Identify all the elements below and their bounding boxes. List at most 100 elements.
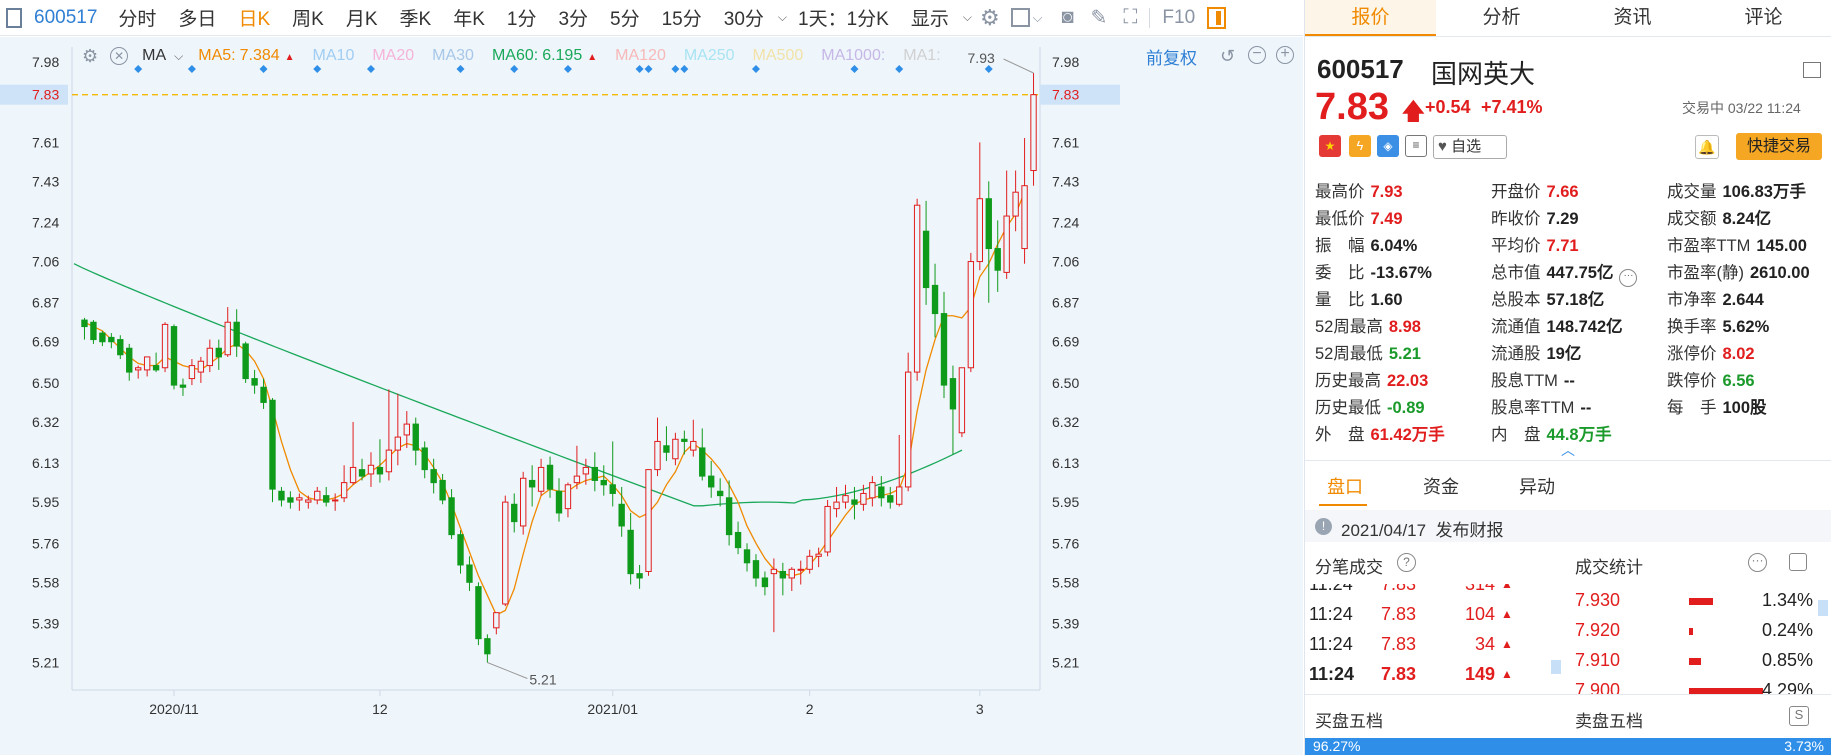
settings-icon[interactable]: ⚙ [980,5,1000,31]
candle-body[interactable] [260,386,267,403]
candle-body[interactable] [922,230,930,289]
candle-body[interactable] [725,497,733,536]
candle-body[interactable] [161,323,169,369]
panel-tab-3[interactable]: 评论 [1698,0,1829,36]
candle-body[interactable] [985,198,992,250]
candle-body[interactable] [636,573,643,579]
lightning-icon[interactable]: ϟ [1349,135,1371,157]
candle-body[interactable] [484,638,491,655]
candle-body[interactable] [752,560,760,579]
zoom-out-icon[interactable]: − [1248,46,1266,64]
candle-body[interactable] [135,367,142,371]
candle-body[interactable] [233,321,240,347]
candle-body[interactable] [1021,185,1028,250]
scroll-thumb-right[interactable] [1818,600,1828,616]
candle-body[interactable] [385,449,393,473]
candle-body[interactable] [994,248,1001,271]
ma-item-0[interactable]: MA5: 7.384 ▲ [189,47,303,65]
candle-body[interactable] [734,531,742,549]
sub-tab-1[interactable]: 资金 [1423,473,1459,499]
candle-body[interactable] [170,326,178,386]
candle-body[interactable] [976,198,983,263]
candle-body[interactable] [502,501,509,605]
sub-tab-0[interactable]: 盘口 [1327,473,1363,499]
candle-body[interactable] [582,466,590,475]
candle-body[interactable] [117,339,124,356]
candle-body[interactable] [878,486,885,499]
period-tab-4[interactable]: 月K [335,4,389,31]
candle-body[interactable] [81,319,88,328]
candle-body[interactable] [815,553,822,557]
candle-body[interactable] [645,469,652,572]
candle-body[interactable] [269,399,276,490]
candle-body[interactable] [179,384,187,388]
chevron-down-icon[interactable]: ⌵ [174,49,183,64]
candle-body[interactable] [305,499,312,503]
candle-body[interactable] [1012,191,1019,217]
candle-body[interactable] [394,436,402,451]
candle-body[interactable] [770,568,778,575]
candle-body[interactable] [940,313,948,386]
scroll-thumb[interactable] [1551,660,1561,674]
candle-body[interactable] [1030,94,1037,172]
period-tab-5[interactable]: 季K [389,4,443,31]
candle-body[interactable] [358,469,366,477]
candle-body[interactable] [90,321,97,341]
candle-body[interactable] [842,495,849,503]
period-tab-8[interactable]: 3分 [547,4,599,31]
candle-body[interactable] [323,495,330,503]
square-icon[interactable] [1010,8,1030,27]
candle-body[interactable] [851,499,858,505]
candle-body[interactable] [708,475,715,488]
period-tab-9[interactable]: 5分 [599,4,651,31]
candle-body[interactable] [573,475,581,484]
detail-icon[interactable] [1789,553,1807,571]
ma-select[interactable]: MA [142,47,166,65]
candle-body[interactable] [824,505,831,553]
candle-body[interactable] [967,261,975,369]
panel-tab-1[interactable]: 分析 [1436,0,1567,36]
ma-item-9[interactable]: MA1: [894,47,949,65]
period-tab-3[interactable]: 周K [281,4,335,31]
more-icon[interactable]: ··· [1748,553,1767,572]
ma-item-4[interactable]: MA60: 6.195 ▲ [483,47,606,65]
layout-icon[interactable] [1803,62,1821,78]
pen-icon[interactable]: ✎ [1091,5,1108,30]
candle-body[interactable] [520,477,527,527]
candle-body[interactable] [143,356,151,371]
candle-body[interactable] [716,490,724,497]
candle-body[interactable] [546,464,554,490]
kline-svg[interactable]: 7.98 7.987.83 7.837.61 7.617.43 7.437.24 7.24… [0,37,1303,755]
settings-icon[interactable]: ⚙ [82,46,98,67]
ma-item-3[interactable]: MA30 [423,47,483,65]
period-tab-11[interactable]: 30分 [713,4,775,31]
period-tab-10[interactable]: 15分 [651,4,713,31]
candle-body[interactable] [493,612,500,629]
restore-select[interactable]: 前复权 [1146,44,1197,69]
candle-body[interactable] [690,440,697,451]
candle-body[interactable] [511,503,518,523]
candle-body[interactable] [681,438,688,442]
candle-body[interactable] [600,479,607,486]
candle-body[interactable] [896,486,903,505]
period-tab-6[interactable]: 年K [442,4,496,31]
ma-item-2[interactable]: MA20 [363,47,423,65]
candle-body[interactable] [439,479,446,501]
candle-body[interactable] [618,503,625,527]
candle-body[interactable] [188,365,196,380]
candle-body[interactable] [654,440,661,471]
candle-body[interactable] [949,378,957,410]
bell-icon[interactable]: 🔔 [1695,135,1719,159]
candle-body[interactable] [215,347,222,358]
candle-body[interactable] [609,484,616,494]
candle-body[interactable] [340,482,348,499]
stock-code-tab[interactable]: 600517 [28,7,107,29]
period-tab-2[interactable]: 日K [227,4,281,31]
notice-bar[interactable]: ! 2021/04/17 发布财报 [1305,510,1831,542]
ma-item-5[interactable]: MA120 [606,47,675,65]
candle-body[interactable] [430,469,437,484]
chevron-down-icon[interactable]: ⌵ [1033,10,1043,26]
candle-body[interactable] [108,336,115,343]
candle-body[interactable] [537,466,545,492]
candle-body[interactable] [672,438,679,460]
